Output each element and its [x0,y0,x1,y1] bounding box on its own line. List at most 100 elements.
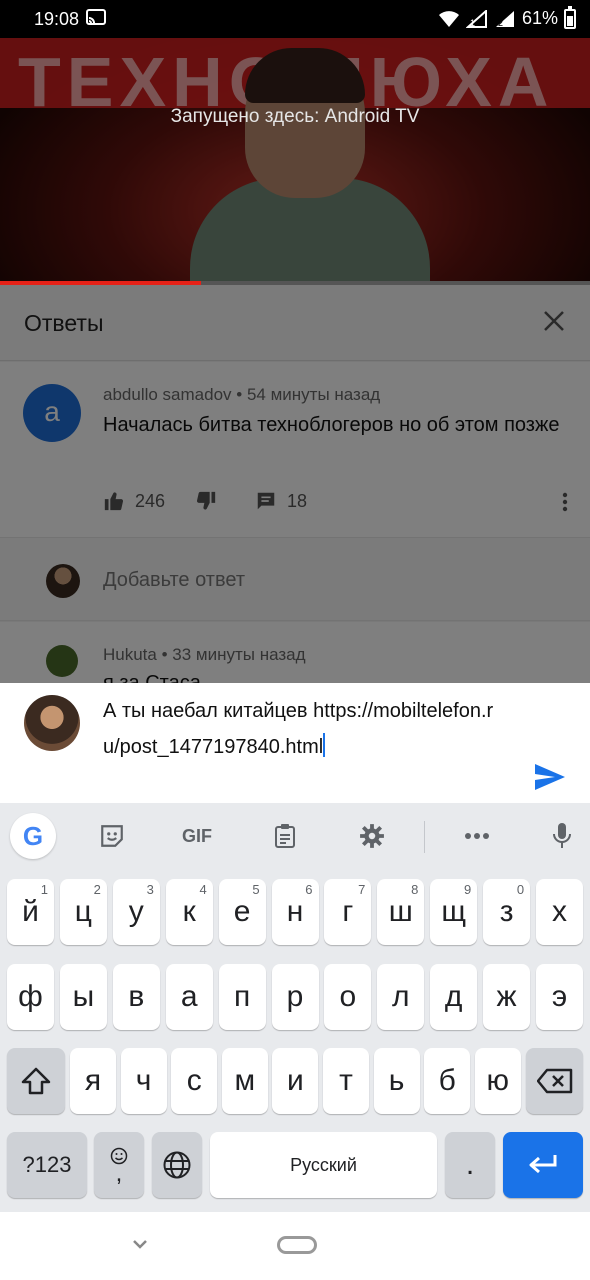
key-label: г [342,895,354,928]
more-button[interactable] [454,813,500,859]
space-key[interactable]: Русский [210,1132,437,1198]
voice-input-button[interactable] [539,813,585,859]
svg-text:1: 1 [470,18,475,28]
key-label: ц [74,895,92,928]
avatar[interactable] [46,645,78,677]
enter-key[interactable] [503,1132,583,1198]
key-х[interactable]: х [536,879,583,945]
symbols-key[interactable]: ?123 [7,1132,87,1198]
key-к[interactable]: к4 [165,879,213,945]
key-и[interactable]: и [272,1048,319,1114]
like-icon[interactable] [103,490,125,512]
globe-icon [163,1151,191,1179]
shift-key[interactable] [7,1048,65,1114]
add-reply-placeholder[interactable]: Добавьте ответ [103,569,245,592]
emoji-comma-key[interactable]: , [94,1132,144,1198]
keyboard-toolbar: G GIF [0,803,590,869]
key-label: а [180,980,198,1013]
key-с[interactable]: с [171,1048,218,1114]
backspace-icon [536,1068,572,1094]
chevron-down-icon[interactable] [130,1234,150,1254]
settings-button[interactable] [349,813,395,859]
battery-percent: 61% [521,8,558,28]
key-я[interactable]: я [70,1048,116,1114]
key-г[interactable]: г7 [324,879,372,945]
key-ч[interactable]: ч [120,1048,167,1114]
gif-button[interactable]: GIF [174,813,220,859]
enter-icon [529,1155,557,1174]
key-м[interactable]: м [221,1048,268,1114]
key-hint: 9 [463,882,472,897]
key-hint: 1 [40,882,48,897]
key-ы[interactable]: ы [59,964,107,1030]
key-п[interactable]: п [218,964,266,1030]
key-а[interactable]: а [165,964,213,1030]
comment-author[interactable]: abdullo samadov [103,385,232,404]
key-в[interactable]: в [112,964,160,1030]
status-time: 19:08 [34,9,80,29]
reply-icon[interactable] [255,490,277,512]
key-label: о [339,980,357,1013]
key-label: ш [388,895,413,928]
key-label: л [392,980,410,1013]
key-э[interactable]: э [536,964,583,1030]
key-label: э [551,980,568,1013]
key-р[interactable]: р [271,964,319,1030]
shift-icon [21,1067,51,1095]
language-key[interactable] [152,1132,202,1198]
home-button[interactable] [277,1236,317,1254]
key-label: ь [388,1064,405,1097]
backspace-key[interactable] [526,1048,583,1114]
key-е[interactable]: е5 [218,879,266,945]
comment-time: 33 минуты назад [172,645,306,664]
key-т[interactable]: т [323,1048,369,1114]
sticker-button[interactable] [89,813,135,859]
add-reply-row[interactable]: Добавьте ответ [0,537,590,621]
key-label: в [128,980,145,1013]
key-з[interactable]: з0 [483,879,531,945]
key-ш[interactable]: ш8 [377,879,425,945]
comment-author[interactable]: Hukuta [103,645,157,664]
key-й[interactable]: й1 [7,879,54,945]
signal-sim2-icon: 2 [495,10,514,28]
navigation-bar [0,1212,590,1280]
key-ф[interactable]: ф [7,964,54,1030]
comment-text: Началась битва техноблогеров но об этом … [103,414,560,436]
key-label: у [128,895,144,928]
key-ю[interactable]: ю [474,1048,521,1114]
key-у[interactable]: у3 [112,879,160,945]
key-щ[interactable]: щ9 [430,879,478,945]
dislike-icon[interactable] [195,490,217,512]
key-label: д [444,980,463,1013]
sticker-icon [101,825,123,847]
key-ь[interactable]: ь [373,1048,420,1114]
key-д[interactable]: д [430,964,478,1030]
compose-reply: А ты наебал китайцев https://mobiltelefo… [0,683,590,803]
avatar[interactable]: a [23,384,81,442]
key-ц[interactable]: ц2 [59,879,107,945]
text-cursor [323,733,326,757]
video-player[interactable]: ТЕХНО ЛЮХА Запущено здесь: Android TV [0,38,590,284]
clipboard-button[interactable] [262,813,308,859]
key-о[interactable]: о [324,964,372,1030]
send-icon[interactable] [534,763,566,791]
key-label: с [186,1064,202,1097]
reply-input[interactable]: А ты наебал китайцев https://mobiltelefo… [103,693,503,765]
close-icon[interactable] [542,309,566,333]
key-label: ж [496,980,517,1013]
wifi-icon [438,10,459,27]
key-ж[interactable]: ж [483,964,531,1030]
key-л[interactable]: л [377,964,425,1030]
key-label: н [286,895,304,928]
key-label: б [438,1064,456,1097]
google-search-button[interactable]: G [10,813,56,859]
more-options-icon[interactable] [562,492,568,512]
key-б[interactable]: б [424,1048,471,1114]
avatar [46,564,80,598]
key-н[interactable]: н6 [271,879,319,945]
key-label: , [115,1160,123,1187]
period-key[interactable]: . [445,1132,495,1198]
key-hint: 2 [93,882,101,897]
comment-time: 54 минуты назад [246,385,381,404]
key-label: е [233,895,251,928]
